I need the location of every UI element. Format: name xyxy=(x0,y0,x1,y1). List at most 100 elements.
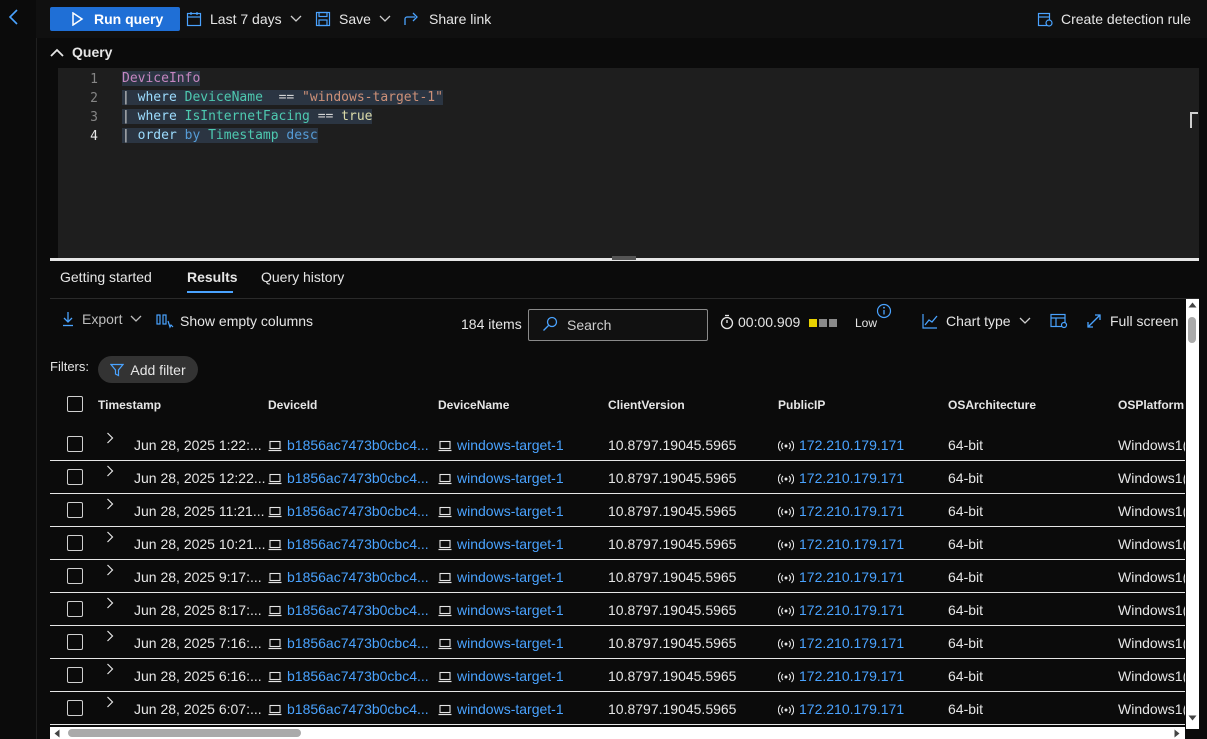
row-checkbox[interactable] xyxy=(67,502,83,518)
cell-deviceid[interactable]: b1856ac7473b0cbc4... xyxy=(268,668,429,684)
row-checkbox[interactable] xyxy=(67,436,83,452)
cell-publicip[interactable]: 172.210.179.171 xyxy=(778,470,904,486)
table-row[interactable]: Jun 28, 2025 6:16:... b1856ac7473b0cbc4..… xyxy=(50,658,1185,692)
column-header-deviceid[interactable]: DeviceId xyxy=(268,398,317,412)
select-all-checkbox[interactable] xyxy=(67,396,83,412)
cell-deviceid[interactable]: b1856ac7473b0cbc4... xyxy=(268,635,429,651)
cell-devicename[interactable]: windows-target-1 xyxy=(438,668,564,684)
code-line-4[interactable]: | order by Timestamp desc xyxy=(122,128,318,143)
run-query-button[interactable]: Run query xyxy=(50,7,180,31)
chevron-right-icon[interactable] xyxy=(106,696,114,708)
create-detection-rule-button[interactable]: Create detection rule xyxy=(1037,7,1191,31)
cell-deviceid[interactable]: b1856ac7473b0cbc4... xyxy=(268,701,429,717)
share-link-button[interactable]: Share link xyxy=(403,7,491,31)
cell-devicename[interactable]: windows-target-1 xyxy=(438,536,564,552)
cell-publicip[interactable]: 172.210.179.171 xyxy=(778,668,904,684)
row-checkbox[interactable] xyxy=(67,601,83,617)
cell-devicename[interactable]: windows-target-1 xyxy=(438,569,564,585)
table-row[interactable]: Jun 28, 2025 10:21... b1856ac7473b0cbc4..… xyxy=(50,526,1185,560)
cell-devicename[interactable]: windows-target-1 xyxy=(438,635,564,651)
chevron-right-icon[interactable] xyxy=(106,531,114,543)
chevron-right-icon[interactable] xyxy=(106,663,114,675)
horizontal-scroll-thumb[interactable] xyxy=(68,729,301,737)
table-row[interactable]: Jun 28, 2025 8:17:... b1856ac7473b0cbc4..… xyxy=(50,592,1185,626)
cell-clientversion: 10.8797.19045.5965 xyxy=(608,701,737,717)
cell-osplatform: Windows1( xyxy=(1118,602,1185,618)
chevron-right-icon[interactable] xyxy=(106,432,114,444)
row-checkbox[interactable] xyxy=(67,634,83,650)
row-checkbox[interactable] xyxy=(67,469,83,485)
column-header-osarchitecture[interactable]: OSArchitecture xyxy=(948,398,1036,412)
tab-query-history[interactable]: Query history xyxy=(261,269,344,285)
column-header-timestamp[interactable]: Timestamp xyxy=(98,398,161,412)
cell-devicename[interactable]: windows-target-1 xyxy=(438,701,564,717)
full-screen-button[interactable]: Full screen xyxy=(1086,313,1178,329)
splitter-handle[interactable] xyxy=(612,256,636,260)
table-row[interactable]: Jun 28, 2025 1:22:... b1856ac7473b0cbc4..… xyxy=(50,427,1185,461)
table-row[interactable]: Jun 28, 2025 7:16:... b1856ac7473b0cbc4..… xyxy=(50,625,1185,659)
row-checkbox[interactable] xyxy=(67,535,83,551)
code-line-2[interactable]: | where DeviceName == "windows-target-1" xyxy=(122,90,443,105)
table-row[interactable]: Jun 28, 2025 12:22... b1856ac7473b0cbc4..… xyxy=(50,460,1185,494)
column-header-devicename[interactable]: DeviceName xyxy=(438,398,509,412)
cell-deviceid[interactable]: b1856ac7473b0cbc4... xyxy=(268,602,429,618)
cell-devicename[interactable]: windows-target-1 xyxy=(438,437,564,453)
code-token: true xyxy=(341,109,373,124)
cell-publicip[interactable]: 172.210.179.171 xyxy=(778,602,904,618)
cell-publicip[interactable]: 172.210.179.171 xyxy=(778,635,904,651)
table-row[interactable]: Jun 28, 2025 9:17:... b1856ac7473b0cbc4..… xyxy=(50,559,1185,593)
column-settings-icon[interactable] xyxy=(1050,313,1068,329)
tab-results[interactable]: Results xyxy=(187,269,238,285)
cell-publicip[interactable]: 172.210.179.171 xyxy=(778,536,904,552)
chevron-right-icon[interactable] xyxy=(106,564,114,576)
code-line-1[interactable]: DeviceInfo xyxy=(122,71,201,86)
query-section-toggle[interactable]: Query xyxy=(50,42,112,62)
chevron-right-icon[interactable] xyxy=(106,465,114,477)
scroll-right-arrow[interactable] xyxy=(1174,729,1180,738)
cell-publicip-value: 172.210.179.171 xyxy=(799,437,905,453)
chevron-right-icon[interactable] xyxy=(106,498,114,510)
chart-type-dropdown[interactable]: Chart type xyxy=(922,313,1031,329)
add-filter-button[interactable]: Add filter xyxy=(98,356,198,383)
cell-devicename[interactable]: windows-target-1 xyxy=(438,503,564,519)
cell-devicename[interactable]: windows-target-1 xyxy=(438,470,564,486)
code-token: DeviceName xyxy=(184,90,263,105)
table-row[interactable]: Jun 28, 2025 11:21... b1856ac7473b0cbc4..… xyxy=(50,493,1185,527)
signal-icon xyxy=(778,473,794,485)
chevron-left-icon[interactable] xyxy=(6,8,22,26)
show-empty-columns-button[interactable]: Show empty columns xyxy=(156,313,313,329)
cell-deviceid[interactable]: b1856ac7473b0cbc4... xyxy=(268,569,429,585)
scroll-left-arrow[interactable] xyxy=(54,729,60,738)
laptop-icon xyxy=(438,704,452,716)
cell-timestamp: Jun 28, 2025 7:16:... xyxy=(134,635,262,651)
chevron-right-icon[interactable] xyxy=(106,597,114,609)
time-range-dropdown[interactable]: Last 7 days xyxy=(186,7,302,31)
row-checkbox[interactable] xyxy=(67,700,83,716)
vertical-scrollbar[interactable] xyxy=(1186,299,1199,729)
cell-publicip[interactable]: 172.210.179.171 xyxy=(778,503,904,519)
scroll-up-arrow[interactable] xyxy=(1188,302,1197,308)
cell-deviceid[interactable]: b1856ac7473b0cbc4... xyxy=(268,437,429,453)
search-input[interactable] xyxy=(565,316,699,334)
vertical-scroll-thumb[interactable] xyxy=(1188,317,1196,343)
save-dropdown[interactable]: Save xyxy=(315,7,391,31)
code-line-3[interactable]: | where IsInternetFacing == true xyxy=(122,109,373,124)
column-header-publicip[interactable]: PublicIP xyxy=(778,398,825,412)
column-header-clientversion[interactable]: ClientVersion xyxy=(608,398,685,412)
column-header-osplatform[interactable]: OSPlatform xyxy=(1118,398,1184,412)
cell-publicip[interactable]: 172.210.179.171 xyxy=(778,437,904,453)
cell-publicip[interactable]: 172.210.179.171 xyxy=(778,569,904,585)
row-checkbox[interactable] xyxy=(67,568,83,584)
cell-devicename[interactable]: windows-target-1 xyxy=(438,602,564,618)
tab-getting-started[interactable]: Getting started xyxy=(60,269,152,285)
scroll-down-arrow[interactable] xyxy=(1188,715,1197,721)
cell-deviceid[interactable]: b1856ac7473b0cbc4... xyxy=(268,536,429,552)
export-dropdown[interactable]: Export xyxy=(62,311,142,327)
row-checkbox[interactable] xyxy=(67,667,83,683)
cell-deviceid[interactable]: b1856ac7473b0cbc4... xyxy=(268,470,429,486)
chevron-right-icon[interactable] xyxy=(106,630,114,642)
table-row[interactable]: Jun 28, 2025 6:07:... b1856ac7473b0cbc4..… xyxy=(50,691,1185,725)
cell-deviceid[interactable]: b1856ac7473b0cbc4... xyxy=(268,503,429,519)
info-icon[interactable] xyxy=(876,303,892,319)
cell-publicip[interactable]: 172.210.179.171 xyxy=(778,701,904,717)
